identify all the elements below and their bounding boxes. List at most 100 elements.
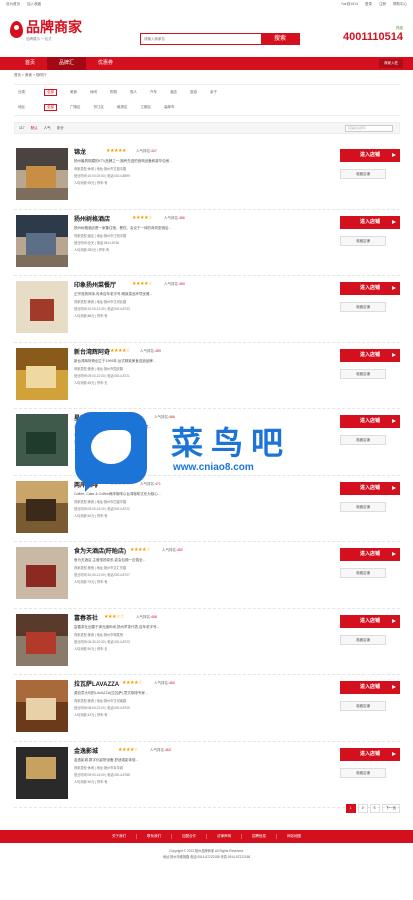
shop-thumbnail[interactable] [16, 214, 68, 267]
enter-shop-button[interactable]: 进入店铺 [340, 348, 400, 362]
enter-shop-button[interactable]: 进入店铺 [340, 149, 400, 162]
next-page-button[interactable]: 下一页 [381, 804, 400, 813]
shop-rank: 人气排名:459 [140, 348, 161, 353]
rating-stars-icon: ★★★★★ [106, 148, 126, 154]
search-box: 搜索 [140, 33, 300, 45]
rating-stars-icon: ★★★★☆ [110, 347, 130, 354]
shop-thumbnail[interactable] [16, 347, 68, 400]
category-option[interactable]: 美食 [70, 90, 77, 95]
page-link[interactable]: 2 [357, 804, 368, 813]
shop-row: 食为天酒店(盱眙店) ★★★★☆ 人气排名:452 食为天酒店,主营淮扬菜系,宴… [14, 542, 400, 609]
shop-desc: 食为天酒店,主营淮扬菜系,宴会包厢一应俱全... [74, 558, 146, 562]
breadcrumb: 首页 > 美食 > 咖啡厅 [14, 73, 47, 77]
logo-pin-icon[interactable] [10, 20, 23, 38]
shop-meta: 商家类型:美食 | 地址:扬州市文汇东路 [74, 566, 127, 570]
category-option[interactable]: 丽人 [130, 90, 137, 95]
page-link[interactable]: 1 [345, 804, 356, 813]
enter-shop-button[interactable]: 进入店铺 [340, 415, 400, 428]
merchant-join-button[interactable]: 商家入驻 [379, 59, 403, 68]
area-label: 地区: [18, 105, 26, 109]
category-option[interactable]: 全部 [44, 89, 57, 96]
shop-name[interactable]: 拉瓦萨LAVAZZA [74, 679, 119, 688]
help-link[interactable]: 帮助中心 [393, 2, 407, 6]
shop-name[interactable]: 新台湾辉阿奇 [74, 347, 110, 356]
enter-shop-button[interactable]: 进入店铺 [340, 548, 400, 561]
user-link[interactable]: Yue钱1514 [341, 2, 358, 6]
shop-name[interactable]: 扬州树格酒店 [74, 214, 110, 223]
category-option[interactable]: 酒店 [170, 90, 177, 95]
shop-thumbnail[interactable] [16, 480, 68, 533]
sort-rating[interactable]: 评分 [57, 126, 64, 131]
category-filter: 分类: 全部 美食 休闲 购物 丽人 汽车 酒店 旅游 亲子 [14, 85, 400, 100]
footer-link[interactable]: 招聘信息 [242, 834, 277, 839]
shop-desc: 新台湾辉阿奇创立于1999年,台式精致美食连锁品牌... [74, 358, 156, 363]
page-link[interactable]: 3 [369, 804, 380, 813]
search-input[interactable] [141, 34, 261, 44]
enter-shop-button[interactable]: 进入店铺 [340, 747, 400, 761]
collect-shop-button[interactable]: 收藏店铺 [340, 235, 386, 246]
enter-shop-button[interactable]: 进入店铺 [340, 481, 400, 495]
shop-meta: 人均消费:45元 | 停车:无 [74, 380, 108, 385]
shop-thumbnail[interactable] [16, 148, 68, 200]
shop-name[interactable]: 金逸影城 [74, 746, 98, 755]
shop-thumbnail[interactable] [16, 746, 68, 799]
shop-thumbnail[interactable] [16, 414, 68, 466]
nav-item-brands[interactable]: 品牌汇 [47, 57, 87, 70]
shop-thumbnail[interactable] [16, 547, 68, 599]
collect-shop-button[interactable]: 收藏店铺 [340, 169, 386, 179]
nav-item-coupons[interactable]: 优惠券 [86, 57, 125, 70]
collect-shop-button[interactable]: 收藏店铺 [340, 302, 386, 312]
logo[interactable]: 品牌商家 品牌展示 一站式 [26, 17, 82, 42]
area-option[interactable]: 江都区 [141, 105, 152, 110]
footer-link[interactable]: 关于我们 [102, 834, 137, 839]
footer-link[interactable]: 加盟合作 [172, 834, 207, 839]
shop-name[interactable]: 锦龙 [74, 147, 86, 156]
add-favorite-link[interactable]: 加入收藏 [27, 2, 41, 6]
footer-link[interactable]: 法律声明 [207, 834, 242, 839]
area-option[interactable]: 高邮市 [164, 105, 175, 110]
category-option[interactable]: 汽车 [150, 90, 157, 95]
enter-shop-button[interactable]: 进入店铺 [340, 282, 400, 295]
footer-link[interactable]: 网站地图 [277, 834, 311, 839]
category-option[interactable]: 旅游 [190, 90, 197, 95]
footer-link[interactable]: 联系我们 [137, 834, 172, 839]
area-option[interactable]: 广陵区 [70, 105, 81, 110]
enter-shop-button[interactable]: 进入店铺 [340, 681, 400, 694]
area-option[interactable]: 维扬区 [117, 105, 128, 110]
login-link[interactable]: 登录 [365, 2, 372, 6]
shop-thumbnail[interactable] [16, 281, 68, 333]
collect-shop-button[interactable]: 收藏店铺 [340, 368, 386, 379]
register-link[interactable]: 注册 [379, 2, 386, 6]
sort-popularity[interactable]: 人气 [44, 126, 51, 131]
shop-name[interactable]: 食为天酒店(盱眙店) [74, 546, 126, 555]
category-option[interactable]: 购物 [110, 90, 117, 95]
copyright: Copyright © 2013 扬州品牌商家 All Rights Reser… [0, 848, 413, 860]
shop-name[interactable]: 印象扬州菜餐厅 [74, 280, 116, 289]
shop-meta: 营业时间:06:30-20:30 | 电话:0514-8723 [74, 639, 130, 644]
brand-name: 品牌商家 [26, 18, 82, 35]
hotline-number: 4001110514 [343, 31, 403, 43]
set-home-link[interactable]: 设为首页 [6, 2, 20, 6]
collect-shop-button[interactable]: 收藏店铺 [340, 435, 386, 445]
collect-shop-button[interactable]: 收藏店铺 [340, 701, 386, 711]
collect-shop-button[interactable]: 收藏店铺 [340, 634, 386, 645]
category-option[interactable]: 亲子 [210, 90, 217, 95]
enter-shop-button[interactable]: 进入店铺 [340, 614, 400, 628]
keyword-input[interactable]: 店铺名关键字 [345, 124, 393, 132]
collect-shop-button[interactable]: 收藏店铺 [340, 501, 386, 512]
shop-thumbnail[interactable] [16, 613, 68, 666]
collect-shop-button[interactable]: 收藏店铺 [340, 568, 386, 578]
shop-thumbnail[interactable] [16, 680, 68, 732]
shop-name[interactable]: 富春茶社 [74, 613, 98, 622]
shop-row: 印象扬州菜餐厅 ★★★★☆ 人气排名:459 正宗淮扬风味,传承百年老字号,精致… [14, 276, 400, 343]
shop-meta: 营业时间:09:00-24:00 | 电话:0514-8722 [74, 506, 130, 511]
sort-default[interactable]: 默认 [31, 126, 38, 131]
category-option[interactable]: 休闲 [90, 90, 97, 95]
search-button[interactable]: 搜索 [261, 34, 299, 44]
shop-row: 富春茶社 ★★★☆☆ 人气排名:458 富春茶社创建于清光绪年间,扬州早茶代表,… [14, 609, 400, 675]
area-option[interactable]: 全部 [44, 104, 57, 111]
area-option[interactable]: 邗江区 [94, 105, 105, 110]
collect-shop-button[interactable]: 收藏店铺 [340, 767, 386, 778]
nav-item-home[interactable]: 首页 [13, 57, 47, 70]
enter-shop-button[interactable]: 进入店铺 [340, 215, 400, 229]
